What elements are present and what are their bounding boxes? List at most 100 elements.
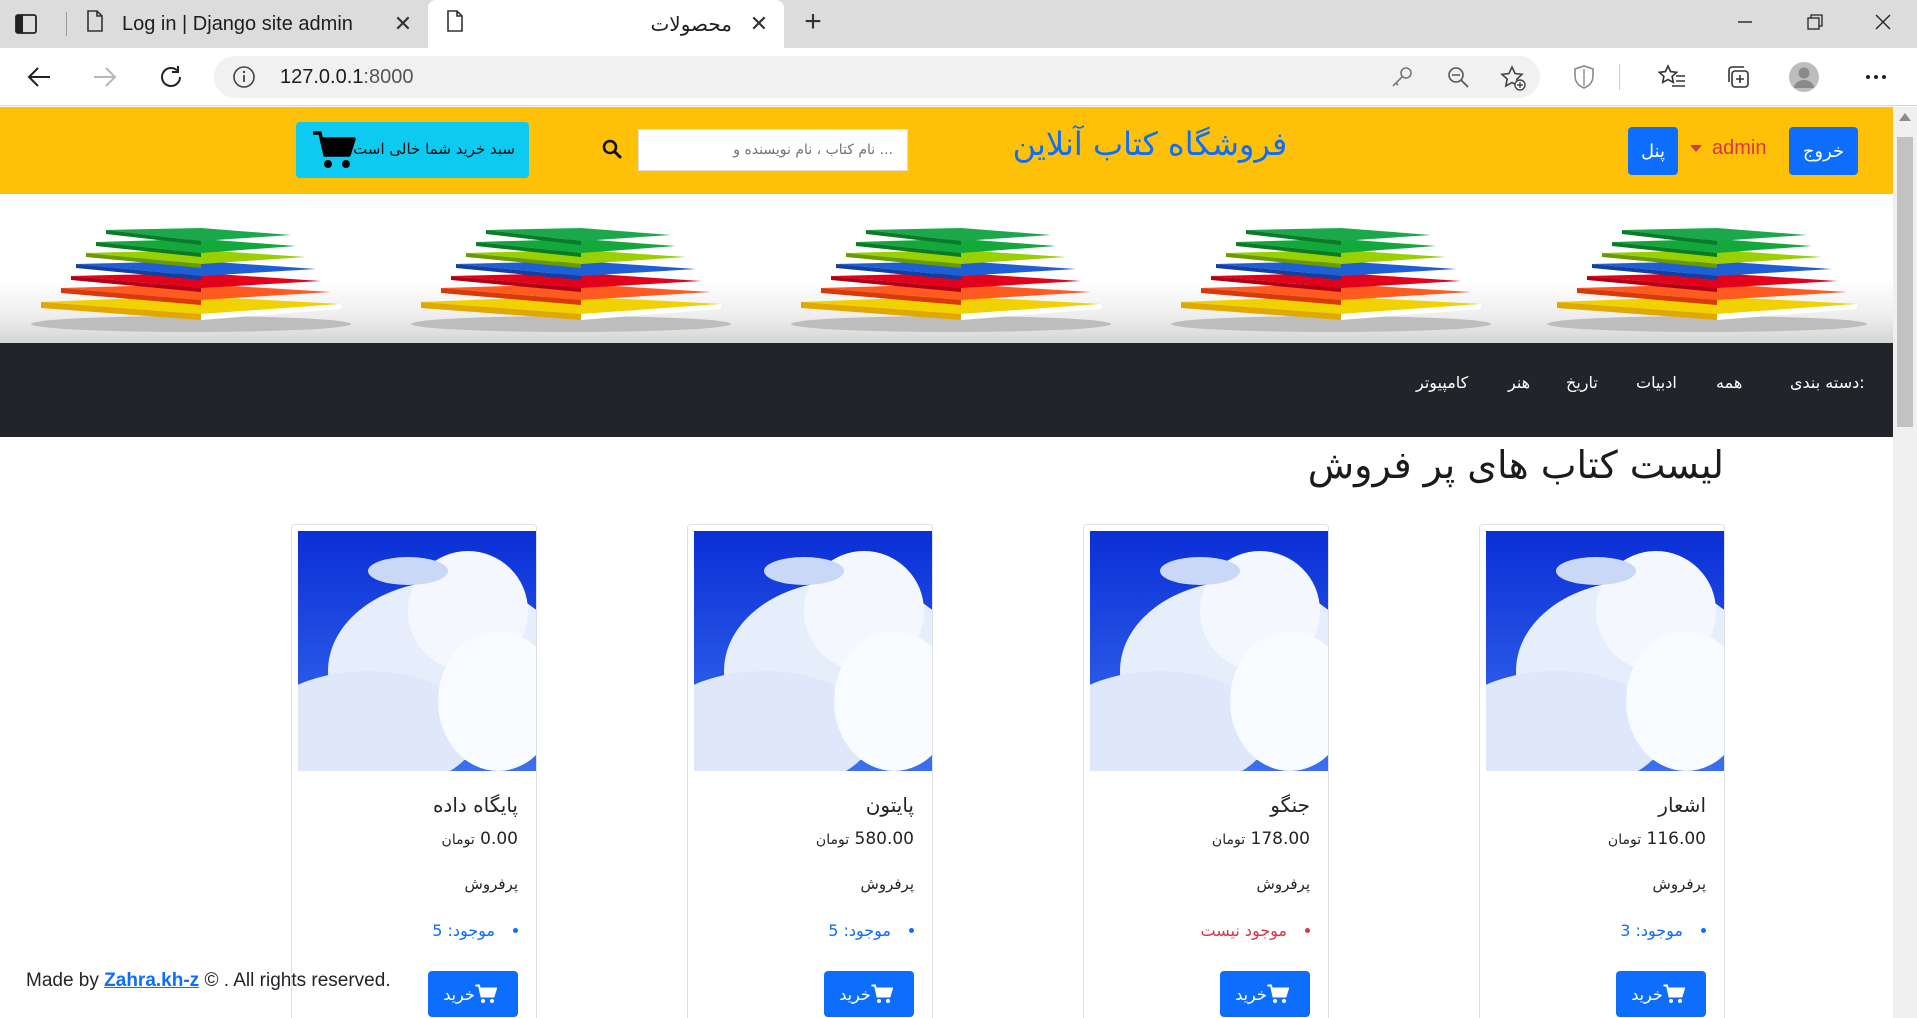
buy-button[interactable]: خرید <box>1220 971 1310 1017</box>
shopping-cart-icon <box>312 130 356 175</box>
product-name[interactable]: پایتون <box>866 793 914 817</box>
shopping-cart-icon <box>1267 984 1289 1003</box>
category-literature[interactable]: ادبیات <box>1636 373 1677 392</box>
profile-avatar-icon[interactable] <box>1788 61 1820 93</box>
new-tab-icon[interactable]: + <box>798 7 828 38</box>
browser-tab-bar: Log in | Django site admin ✕ محصولات ✕ + <box>0 0 1917 48</box>
stock-status: موجود: 3 <box>1620 921 1706 940</box>
logout-button[interactable]: خروج <box>1789 127 1858 175</box>
page-scrollbar[interactable] <box>1893 107 1917 1018</box>
close-window-icon[interactable] <box>1848 0 1917 44</box>
price-value: 580.00 <box>854 829 914 849</box>
tab-actions-icon[interactable] <box>14 12 38 36</box>
product-card: اشعار 116.00 تومان پرفروش موجود: 3 خرید <box>1479 524 1725 1018</box>
site-header: خروج admin پنل فروشگاه کتاب آنلاین نام ک… <box>0 107 1893 194</box>
price-value: 178.00 <box>1250 829 1310 849</box>
cart-button[interactable]: سبد خرید شما خالی است <box>296 122 529 178</box>
url-host: 127.0.0.1 <box>280 66 364 88</box>
books-stack-image <box>1171 228 1491 332</box>
product-image[interactable] <box>1486 531 1724 771</box>
category-computer[interactable]: کامپیوتر <box>1416 373 1468 392</box>
page-icon <box>446 10 464 38</box>
more-menu-icon[interactable] <box>1860 61 1892 93</box>
stock-text: موجود نیست <box>1200 921 1287 940</box>
collections-icon[interactable] <box>1722 61 1754 93</box>
shield-icon[interactable] <box>1568 61 1600 93</box>
product-price: 580.00 تومان <box>816 829 914 849</box>
url-bar[interactable]: 127.0.0.1:8000 <box>214 56 1540 98</box>
price-value: 0.00 <box>480 829 518 849</box>
site-info-icon[interactable] <box>232 65 256 94</box>
tab-django-admin[interactable]: Log in | Django site admin ✕ <box>68 0 424 48</box>
caret-down-icon <box>1690 145 1702 152</box>
category-history[interactable]: تاریخ <box>1566 373 1598 392</box>
stock-text: موجود: 5 <box>828 921 891 940</box>
product-name[interactable]: اشعار <box>1658 793 1706 817</box>
scroll-up-icon[interactable] <box>1899 113 1911 121</box>
product-image[interactable] <box>694 531 932 771</box>
page-icon <box>86 10 104 38</box>
category-all[interactable]: همه <box>1716 373 1742 392</box>
stock-status: موجود نیست <box>1201 921 1310 940</box>
zoom-out-icon[interactable] <box>1446 65 1470 94</box>
tab-title: محصولات <box>650 13 732 36</box>
site-title[interactable]: فروشگاه کتاب آنلاین <box>1010 125 1290 163</box>
footer-copyright: © . All rights reserved. <box>204 970 391 991</box>
back-icon[interactable] <box>22 60 56 94</box>
restore-icon[interactable] <box>1780 0 1850 44</box>
product-name[interactable]: جنگو <box>1270 793 1310 817</box>
url-text[interactable]: 127.0.0.1:8000 <box>280 66 413 89</box>
shopping-cart-icon <box>871 984 893 1003</box>
buy-button[interactable]: خرید <box>428 971 518 1017</box>
buy-label: خرید <box>1631 984 1663 1004</box>
bullet-icon <box>513 928 518 933</box>
price-value: 116.00 <box>1646 829 1706 849</box>
product-price: 116.00 تومان <box>1608 829 1706 849</box>
panel-button[interactable]: پنل <box>1628 127 1678 175</box>
buy-label: خرید <box>839 984 871 1004</box>
scrollbar-thumb[interactable] <box>1897 137 1913 427</box>
key-icon[interactable] <box>1390 65 1414 94</box>
close-tab-icon[interactable]: ✕ <box>392 11 414 37</box>
favorites-icon[interactable] <box>1656 61 1688 93</box>
books-stack-image <box>411 228 731 332</box>
product-price: 0.00 تومان <box>442 829 518 849</box>
buy-button[interactable]: خرید <box>1616 971 1706 1017</box>
search-icon[interactable] <box>602 139 622 159</box>
product-image[interactable] <box>1090 531 1328 771</box>
product-name[interactable]: پایگاه داده <box>433 793 518 817</box>
stock-status: موجود: 5 <box>828 921 914 940</box>
forward-icon[interactable] <box>88 60 122 94</box>
reload-icon[interactable] <box>154 60 188 94</box>
books-stack-image <box>791 228 1111 332</box>
category-label: دسته بندی: <box>1790 373 1865 392</box>
footer: Made by Zahra.kh-z © . All rights reserv… <box>26 970 391 992</box>
buy-label: خرید <box>443 984 475 1004</box>
tab-separator <box>66 12 67 36</box>
minimize-icon[interactable] <box>1710 0 1780 44</box>
product-image[interactable] <box>298 531 536 771</box>
product-card: جنگو 178.00 تومان پرفروش موجود نیست خرید <box>1083 524 1329 1018</box>
footer-prefix: Made by <box>26 970 99 991</box>
close-tab-icon[interactable]: ✕ <box>748 11 770 37</box>
books-banner <box>0 194 1893 350</box>
product-price: 178.00 تومان <box>1212 829 1310 849</box>
buy-label: خرید <box>1235 984 1267 1004</box>
search-input[interactable]: نام کتاب ، نام نویسنده و ... <box>638 129 908 171</box>
books-stack-image <box>1547 228 1867 332</box>
user-dropdown[interactable]: admin <box>1690 137 1766 160</box>
buy-button[interactable]: خرید <box>824 971 914 1017</box>
toolbar-divider <box>1618 61 1620 93</box>
author-link[interactable]: Zahra.kh-z <box>104 970 199 991</box>
books-stack-image <box>31 228 351 332</box>
price-currency: تومان <box>1607 832 1642 848</box>
tab-products[interactable]: محصولات ✕ <box>428 0 784 48</box>
page-viewport: خروج admin پنل فروشگاه کتاب آنلاین نام ک… <box>0 107 1893 1018</box>
category-nav: دسته بندی: همه ادبیات تاریخ هنر کامپیوتر <box>0 343 1893 437</box>
category-art[interactable]: هنر <box>1508 373 1530 392</box>
bullet-icon <box>909 928 914 933</box>
add-favorite-icon[interactable] <box>1500 65 1526 96</box>
tab-title: Log in | Django site admin <box>122 12 353 35</box>
product-card: پایگاه داده 0.00 تومان پرفروش موجود: 5 خ… <box>291 524 537 1018</box>
address-bar-row: 127.0.0.1:8000 <box>0 48 1917 106</box>
